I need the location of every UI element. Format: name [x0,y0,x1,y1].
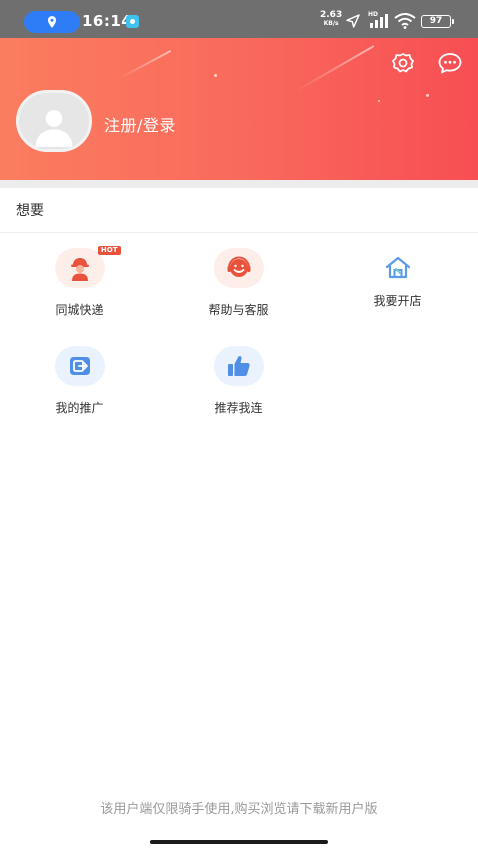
profile-header: 注册/登录 [0,38,478,180]
grid-item-courier[interactable]: HOT 同城快递 [0,246,159,318]
status-bar: 16:14 2.63 KB/s HD 97 [0,0,478,38]
default-user-icon [35,110,73,147]
decor-star [426,94,429,97]
battery-indicator: 97 [421,15,454,28]
network-speed-value: 2.63 [320,10,343,20]
wifi-icon [394,13,416,29]
app-notification-icon [126,15,139,28]
decor-star [378,100,380,102]
share-icon-wrap [54,346,105,386]
divider [0,232,478,233]
location-pill[interactable] [24,11,80,33]
navigation-arrow-icon [346,14,360,28]
section-title: 想要 [16,203,44,219]
section-gap [0,180,478,188]
decor-streak [295,45,375,92]
thumbs-up-icon-wrap [213,346,264,386]
thumbs-up-icon [227,356,250,376]
decor-star [214,74,217,77]
network-speed: 2.63 KB/s [320,10,343,28]
share-icon [69,357,90,375]
courier-icon [70,258,89,281]
location-pin-icon [47,16,57,28]
network-speed-unit: KB/s [323,20,339,27]
grid-item-open-shop[interactable]: 我要开店 [318,248,477,309]
settings-gear-icon[interactable] [390,50,416,76]
grid-item-customer-service[interactable]: 帮助与客服 [159,248,318,318]
grid-item-label: 同城快递 [55,303,104,317]
grid-item-label: 帮助与客服 [208,303,269,317]
footer-notice: 该用户端仅限骑手使用,购买浏览请下载新用户版 [100,802,378,817]
grid-item-my-promotion[interactable]: 我的推广 [0,346,159,416]
courier-icon-wrap: HOT [54,246,121,288]
grid-item-recommend[interactable]: 推荐我连 [159,346,318,416]
avatar[interactable] [16,90,92,152]
register-login-link[interactable]: 注册/登录 [104,112,176,136]
grid-item-label: 我要开店 [373,294,422,308]
shop-house-icon-wrap [373,248,423,288]
home-indicator[interactable] [150,840,328,844]
hot-badge: HOT [97,246,121,255]
message-bubble-icon[interactable] [437,50,463,76]
grid-item-label: 我的推广 [55,401,104,415]
grid-item-label: 推荐我连 [214,401,263,415]
shop-house-icon [385,256,410,279]
status-time: 16:14 [82,12,133,30]
customer-service-icon-wrap [213,248,264,288]
decor-streak [117,49,172,80]
customer-service-icon [227,256,250,277]
cell-signal-icon: HD [368,11,390,30]
